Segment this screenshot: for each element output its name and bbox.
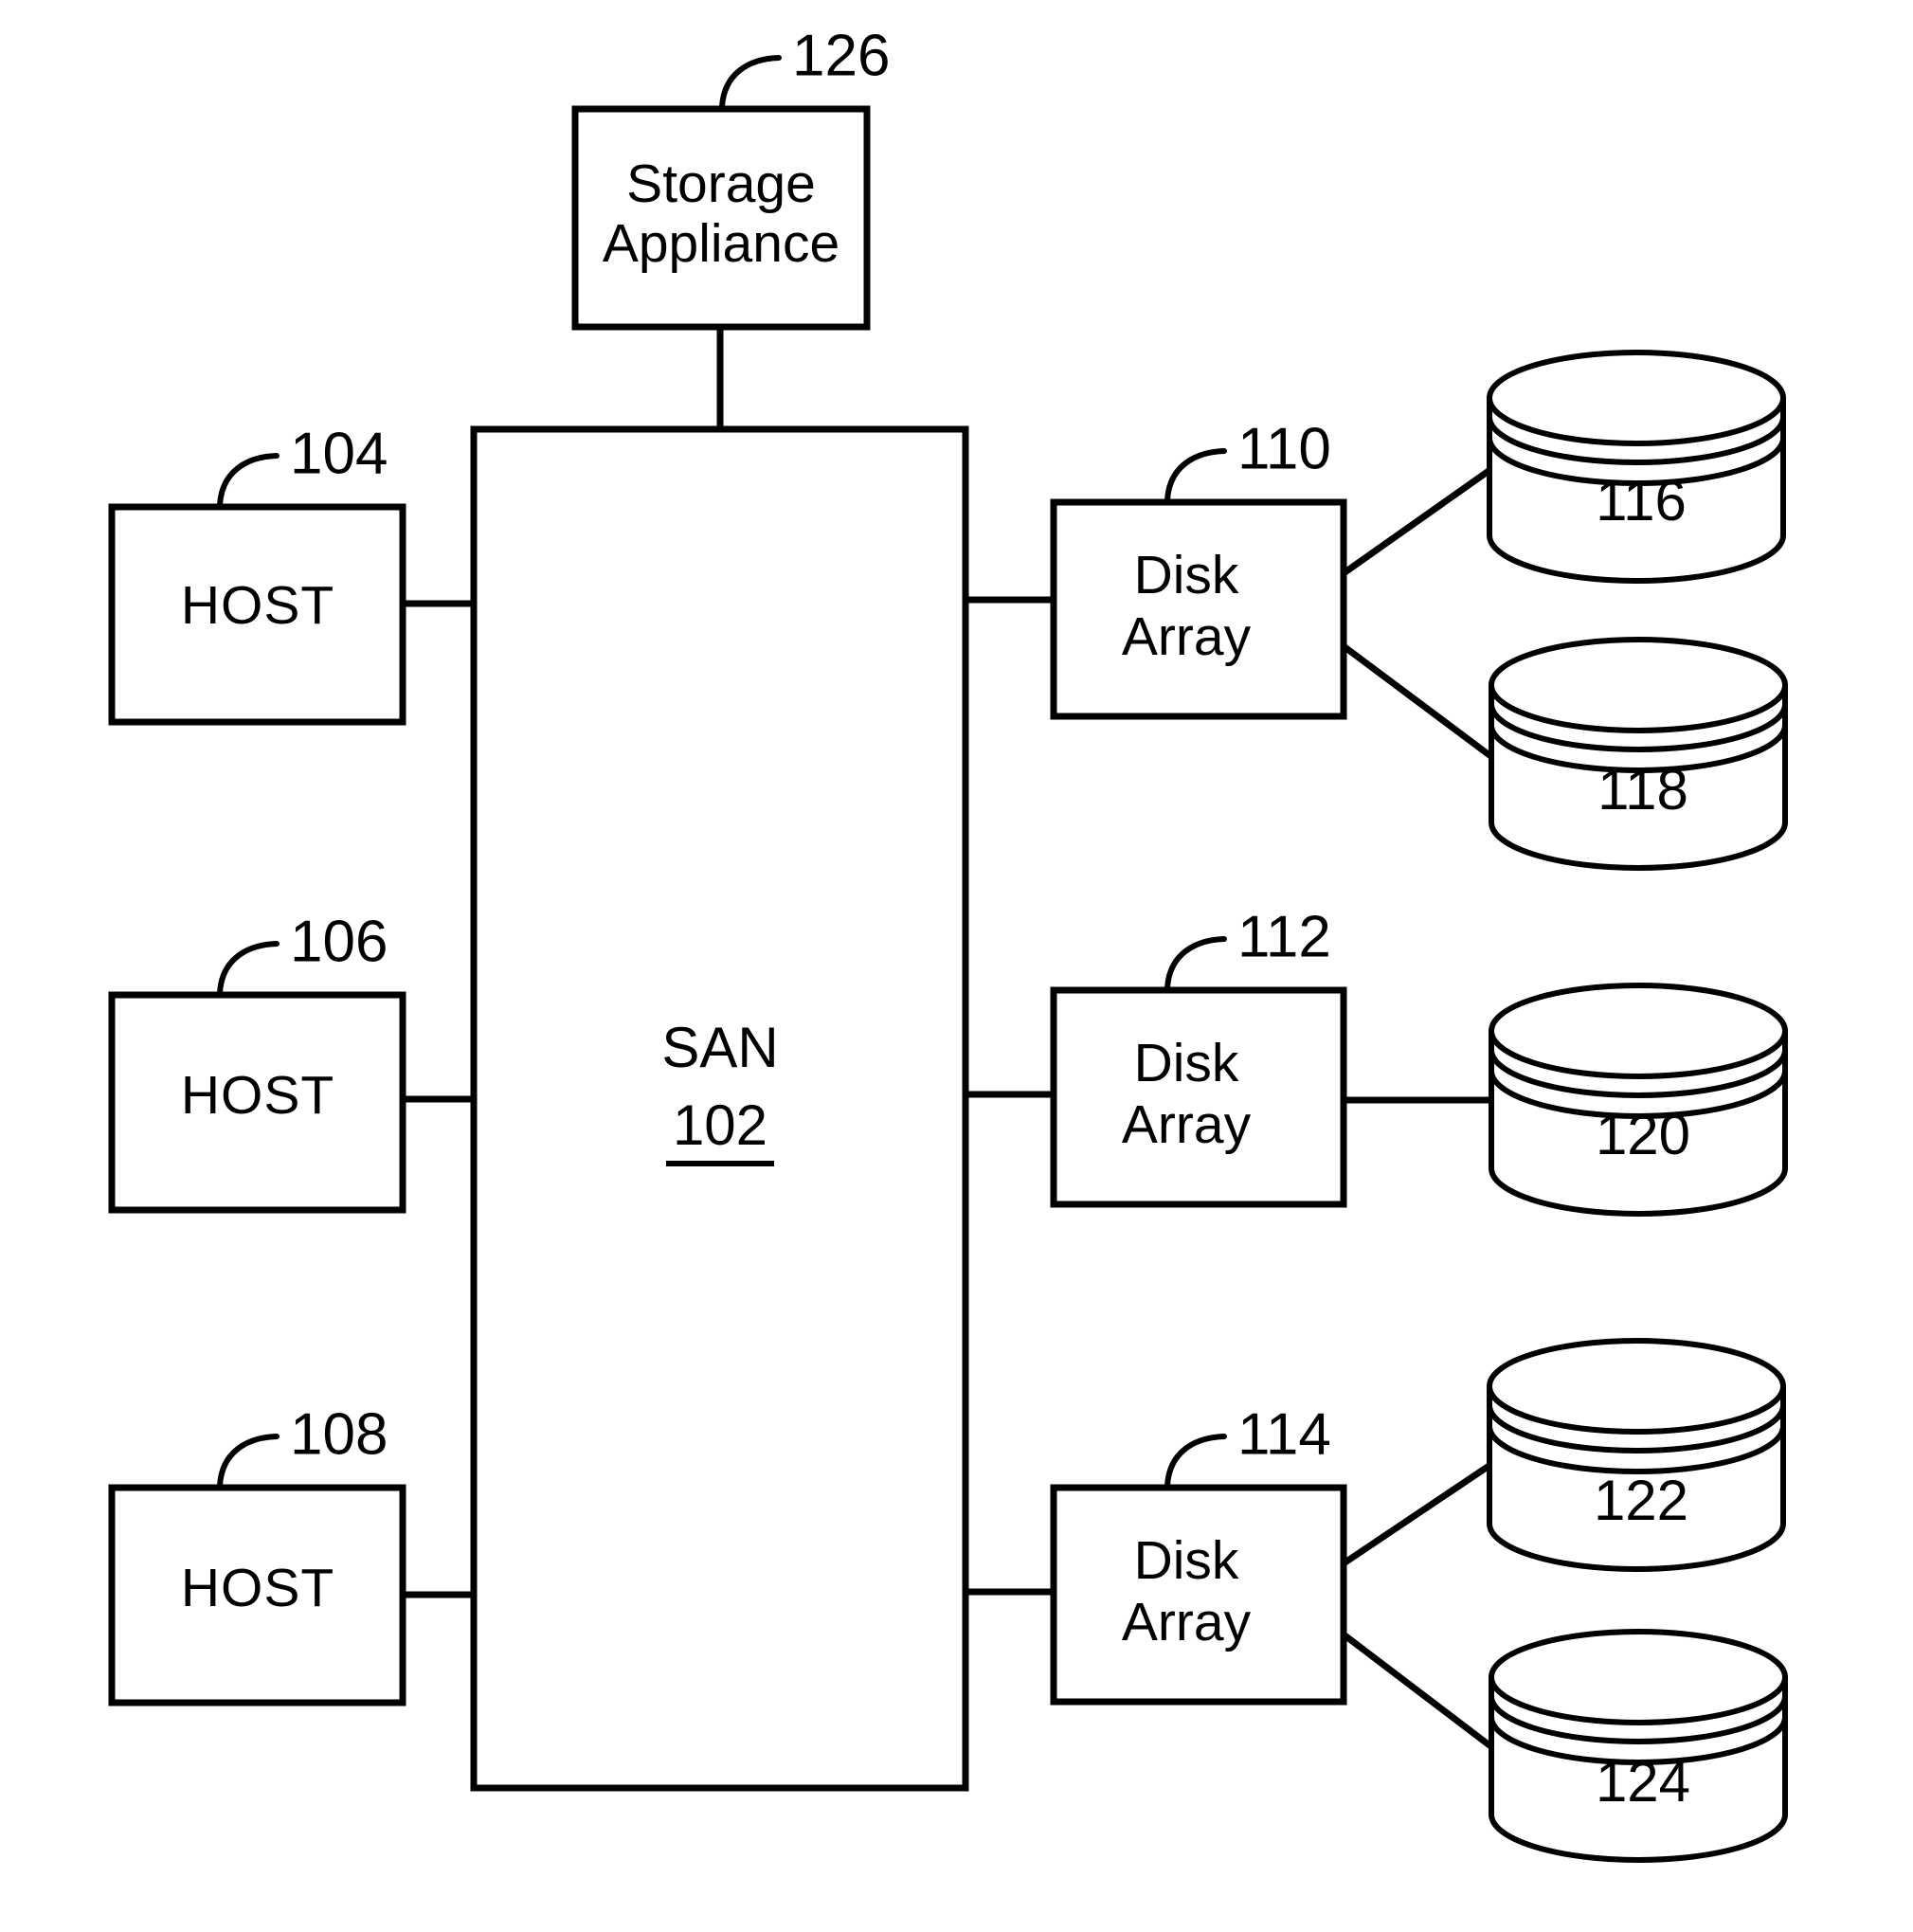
disk-124-label: 124 [1596, 1750, 1690, 1814]
host-label-104: HOST [181, 575, 334, 636]
callout-leader-112 [1164, 936, 1227, 991]
disk-array-node-114[interactable]: Disk Array 114 [1050, 1401, 1347, 1706]
connector-array-110-to-disk-118 [1341, 643, 1496, 761]
figure-canvas: SAN 102 Storage Appliance 126 HOST 104 H… [0, 0, 1913, 1932]
connector-array-114-to-disk-124 [1341, 1632, 1496, 1751]
callout-leader-126 [719, 55, 782, 110]
connector-array-114-to-disk-122 [1342, 1460, 1495, 1566]
san-label: SAN [661, 1016, 778, 1079]
disk-array-node-112[interactable]: Disk Array 112 [1050, 904, 1347, 1208]
disk-116-label: 116 [1596, 469, 1687, 533]
disk-array-label-114-line1: Disk [1134, 1530, 1239, 1591]
disk-cylinder-118[interactable]: 118 [1489, 637, 1788, 871]
callout-108: 108 [290, 1401, 388, 1467]
disk-array-label-114-line2: Array [1122, 1592, 1252, 1652]
callout-126: 126 [792, 23, 890, 88]
callout-114: 114 [1237, 1401, 1331, 1467]
callout-leader-106 [217, 941, 280, 996]
host-label-106: HOST [181, 1065, 334, 1126]
disk-118-label: 118 [1597, 758, 1688, 822]
callout-104: 104 [290, 421, 388, 486]
callout-106: 106 [290, 909, 388, 974]
storage-appliance-label-line2: Appliance [603, 213, 839, 274]
host-node-104[interactable]: HOST 104 [108, 421, 406, 726]
disk-122-label: 122 [1594, 1469, 1688, 1532]
disk-array-label-110-line2: Array [1122, 606, 1252, 667]
callout-112: 112 [1237, 904, 1331, 969]
callout-leader-114 [1164, 1434, 1227, 1489]
storage-appliance-label-line1: Storage [626, 153, 816, 214]
san-reference-number: 102 [673, 1093, 767, 1157]
disk-124-top [1489, 1629, 1788, 1725]
host-node-108[interactable]: HOST 108 [108, 1401, 406, 1706]
disk-120-label: 120 [1596, 1103, 1690, 1166]
disk-cylinder-122[interactable]: 122 [1487, 1338, 1786, 1572]
disk-array-node-110[interactable]: Disk Array 110 [1050, 416, 1347, 720]
disk-array-label-110-line1: Disk [1134, 545, 1239, 605]
callout-leader-104 [217, 453, 280, 508]
callout-leader-108 [217, 1434, 280, 1489]
host-node-106[interactable]: HOST 106 [108, 909, 406, 1214]
san-node[interactable]: SAN 102 [470, 425, 969, 1792]
callout-110: 110 [1237, 416, 1331, 481]
storage-appliance-node[interactable]: Storage Appliance 126 [571, 23, 890, 331]
callout-leader-110 [1164, 448, 1227, 503]
disk-122-top [1487, 1338, 1786, 1435]
disk-116-top [1487, 350, 1786, 446]
disk-array-label-112-line2: Array [1122, 1094, 1252, 1155]
disk-cylinder-116[interactable]: 116 [1487, 350, 1786, 584]
disk-cylinder-124[interactable]: 124 [1489, 1629, 1788, 1863]
disk-120-top [1489, 983, 1788, 1079]
disk-cylinder-120[interactable]: 120 [1489, 983, 1788, 1217]
disk-array-label-112-line1: Disk [1134, 1033, 1239, 1093]
san-block-diagram: SAN 102 Storage Appliance 126 HOST 104 H… [108, 23, 1788, 1863]
host-label-108: HOST [181, 1558, 334, 1618]
connector-array-110-to-disk-116 [1341, 466, 1494, 576]
disk-118-top [1489, 637, 1788, 733]
